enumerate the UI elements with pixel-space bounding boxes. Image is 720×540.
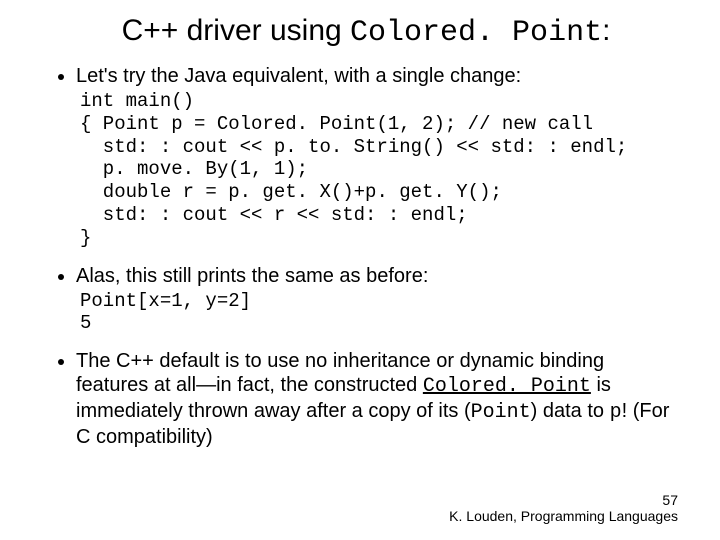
credit-line: K. Louden, Programming Languages — [449, 508, 678, 524]
bullet-2: Alas, this still prints the same as befo… — [76, 264, 680, 336]
b3-f: p — [610, 401, 622, 424]
bullet-1-text: Let's try the Java equivalent, with a si… — [76, 65, 521, 87]
bullet-list: Let's try the Java equivalent, with a si… — [52, 64, 680, 449]
title-code: Colored. Point — [350, 16, 602, 50]
bullet-1: Let's try the Java equivalent, with a si… — [76, 64, 680, 250]
code-block: int main() { Point p = Colored. Point(1,… — [80, 90, 680, 250]
bullet-2-text: Alas, this still prints the same as befo… — [76, 265, 428, 287]
b3-b: Colored. Point — [423, 375, 591, 398]
output-block: Point[x=1, y=2] 5 — [80, 290, 680, 336]
b3-d: Point — [471, 401, 531, 424]
title-pre: C++ driver using — [122, 14, 350, 47]
slide-body: C++ driver using Colored. Point: Let's t… — [0, 0, 720, 449]
title-post: : — [602, 14, 610, 47]
bullet-3: The C++ default is to use no inheritance… — [76, 349, 680, 449]
footer: 57 K. Louden, Programming Languages — [449, 492, 678, 524]
b3-e: ) data to — [531, 400, 610, 422]
page-number: 57 — [449, 492, 678, 508]
slide-title: C++ driver using Colored. Point: — [52, 14, 680, 50]
